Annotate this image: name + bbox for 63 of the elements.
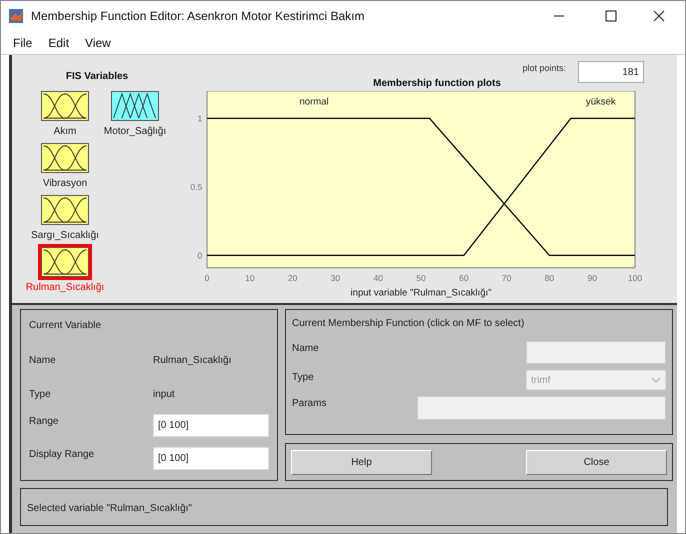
x-tick-label: 70 bbox=[502, 273, 512, 284]
x-tick-label: 0 bbox=[204, 273, 210, 284]
field-label: Display Range bbox=[29, 448, 96, 462]
menu-item[interactable]: Edit bbox=[48, 34, 70, 52]
y-tick-label: 0 bbox=[198, 250, 202, 260]
membership-curves-icon bbox=[41, 195, 89, 225]
variable-name: Rulman_Sıcaklığı bbox=[153, 354, 232, 367]
mf-name-field[interactable] bbox=[526, 341, 666, 364]
variable-label: Akım bbox=[54, 125, 76, 139]
panel-title: Current Membership Function (click on MF to select) bbox=[292, 317, 526, 331]
maximize-icon[interactable] bbox=[605, 10, 617, 22]
x-axis-label: input variable "Rulman_Sıcaklığı" bbox=[350, 287, 492, 298]
menu-item[interactable]: View bbox=[85, 34, 111, 52]
x-tick-label: 80 bbox=[544, 273, 554, 284]
variable-selector[interactable] bbox=[38, 192, 92, 228]
field-label: Name bbox=[29, 354, 57, 367]
x-tick-label: 50 bbox=[416, 273, 426, 284]
variable-selector[interactable] bbox=[38, 88, 92, 124]
x-tick-label: 20 bbox=[288, 273, 298, 284]
variable-selector[interactable] bbox=[38, 140, 92, 176]
x-tick-label: 90 bbox=[587, 273, 597, 284]
display-range-field[interactable]: [0 100] bbox=[153, 447, 269, 470]
field-label: Range bbox=[29, 415, 60, 429]
panel-title: FIS Variables bbox=[66, 70, 128, 84]
plot-title: Membership function plots bbox=[373, 76, 501, 91]
membership-curves-icon bbox=[41, 143, 89, 173]
status-message: Selected variable "Rulman_Sıcaklığı" bbox=[27, 503, 192, 514]
variable-selector[interactable] bbox=[38, 244, 92, 280]
range-field[interactable]: [0 100] bbox=[153, 414, 269, 437]
membership-curves-icon bbox=[41, 91, 89, 121]
y-tick-label: 0.5 bbox=[190, 182, 202, 192]
plot-points-field[interactable]: 181 bbox=[578, 61, 644, 83]
field-label: Params bbox=[292, 397, 326, 411]
variable-label: Motor_Sağlığı bbox=[104, 125, 166, 139]
field-label: Name bbox=[292, 342, 319, 356]
membership-function-label: yüksek bbox=[586, 96, 616, 108]
menu-item[interactable]: File bbox=[13, 34, 32, 52]
window-title: Membership Function Editor: Asenkron Motor Kestirimci Bakım bbox=[31, 8, 366, 25]
chevron-down-icon bbox=[651, 377, 661, 383]
close-icon[interactable] bbox=[653, 10, 665, 22]
panel-title: Current Variable bbox=[29, 319, 102, 333]
membership-curves-icon bbox=[111, 91, 159, 121]
field-label: Type bbox=[292, 371, 314, 385]
field-label: Type bbox=[29, 388, 52, 401]
x-tick-label: 40 bbox=[373, 273, 384, 284]
membership-function-label: normal bbox=[299, 96, 329, 108]
variable-label: Sargı_Sıcaklığı bbox=[31, 229, 99, 243]
variable-label: Vibrasyon bbox=[42, 177, 88, 191]
help-button[interactable]: Help bbox=[291, 450, 432, 474]
plot-points-label: plot points: bbox=[522, 62, 566, 75]
x-tick-label: 100 bbox=[628, 273, 642, 284]
close-button[interactable]: Close bbox=[526, 450, 667, 474]
x-tick-label: 30 bbox=[330, 273, 340, 284]
app-logo-icon bbox=[9, 9, 23, 23]
y-tick-label: 1 bbox=[198, 113, 202, 124]
x-tick-label: 10 bbox=[245, 273, 255, 284]
mf-params-field[interactable] bbox=[417, 396, 666, 420]
x-tick-label: 60 bbox=[459, 273, 469, 284]
membership-curves-icon bbox=[41, 247, 89, 277]
membership-curves[interactable] bbox=[207, 118, 636, 256]
variable-selector[interactable] bbox=[108, 88, 162, 124]
variable-type: input bbox=[153, 388, 175, 401]
variable-label: Rulman_Sıcaklığı bbox=[26, 281, 104, 295]
